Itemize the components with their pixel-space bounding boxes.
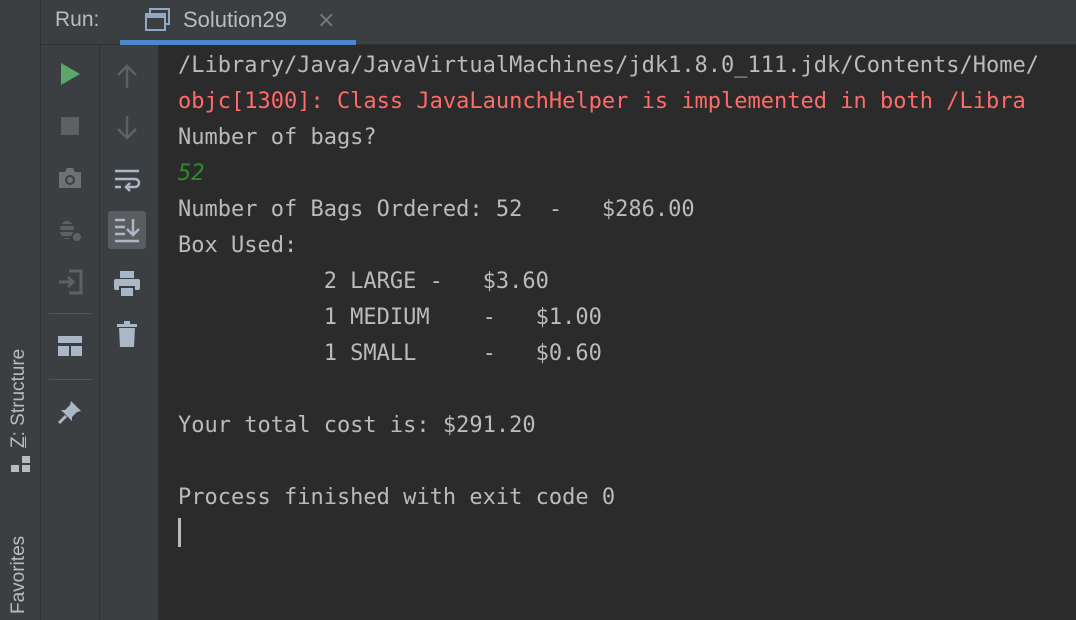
tab-title: Solution29 — [183, 7, 287, 32]
soft-wrap-button[interactable] — [108, 161, 146, 199]
stop-icon — [61, 117, 79, 135]
structure-icon — [11, 456, 30, 472]
pin-icon — [57, 401, 81, 425]
console-line-small-box: 1 SMALL - $0.60 — [178, 341, 602, 366]
scroll-to-end-button[interactable] — [108, 211, 146, 249]
layout-icon — [58, 336, 82, 356]
run-toolbar-right — [100, 45, 159, 620]
console-window-icon — [145, 8, 170, 31]
rerun-button[interactable] — [51, 55, 89, 93]
run-label: Run: — [55, 8, 100, 31]
toolbar-separator — [49, 379, 91, 380]
print-icon — [114, 271, 140, 298]
soft-wrap-icon — [115, 169, 141, 192]
restore-layout-icon — [59, 269, 83, 295]
console-line-user-input: 52 — [178, 161, 205, 186]
print-button[interactable] — [108, 265, 146, 303]
down-arrow-icon — [117, 116, 137, 140]
console-line-large-box: 2 LARGE - $3.60 — [178, 269, 549, 294]
console-output[interactable]: /Library/Java/JavaVirtualMachines/jdk1.8… — [159, 45, 1076, 620]
text-caret — [178, 518, 181, 547]
toolbar-separator — [49, 313, 91, 314]
structure-tool-tab[interactable]: Z: Structure — [8, 349, 30, 448]
console-line-bags-ordered: Number of Bags Ordered: 52 - $286.00 — [178, 197, 695, 222]
up-arrow-icon — [117, 64, 137, 88]
debug-settings-icon — [59, 221, 83, 243]
stop-button[interactable] — [51, 107, 89, 145]
console-line-exit-status: Process finished with exit code 0 — [178, 485, 616, 510]
side-tool-strip: Z: Structure Favorites — [0, 0, 41, 620]
structure-label: : Structure — [8, 348, 29, 437]
next-occurrence-button[interactable] — [108, 109, 146, 147]
console-line-prompt: Number of bags? — [178, 125, 377, 150]
console-line-error: objc[1300]: Class JavaLaunchHelper is im… — [178, 89, 1026, 114]
console-line-command: /Library/Java/JavaVirtualMachines/jdk1.8… — [178, 53, 1039, 78]
previous-occurrence-button[interactable] — [108, 57, 146, 95]
run-toolbar-left — [41, 45, 100, 620]
favorites-tool-tab[interactable]: Favorites — [8, 536, 30, 614]
close-icon[interactable]: × — [317, 8, 335, 33]
console-line-box-used: Box Used: — [178, 233, 298, 258]
clear-all-button[interactable] — [108, 315, 146, 353]
console-line-medium-box: 1 MEDIUM - $1.00 — [178, 305, 602, 330]
console-line-total-cost: Your total cost is: $291.20 — [178, 413, 536, 438]
layout-button[interactable] — [51, 327, 89, 365]
run-icon — [61, 63, 80, 85]
pin-tab-button[interactable] — [51, 393, 89, 431]
run-tool-header: Run: Solution29 × — [41, 0, 1076, 45]
debug-settings-button[interactable] — [51, 211, 89, 249]
camera-icon — [59, 168, 81, 188]
tab-solution29[interactable]: Solution29 × — [120, 0, 356, 45]
structure-shortcut: Z — [8, 436, 29, 448]
scroll-to-end-icon — [115, 218, 140, 243]
restore-layout-button[interactable] — [51, 263, 89, 301]
dump-threads-button[interactable] — [51, 159, 89, 197]
trash-icon — [117, 321, 137, 347]
